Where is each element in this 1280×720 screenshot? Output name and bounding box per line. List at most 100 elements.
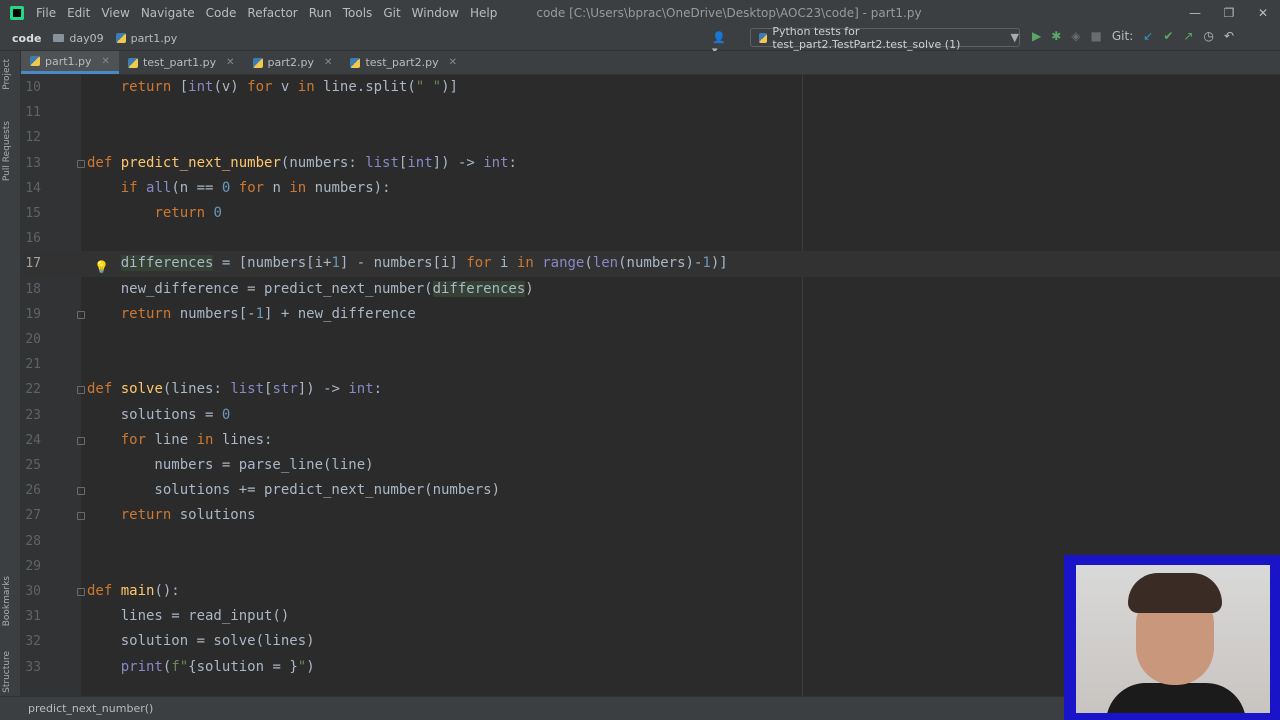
debug-icon[interactable]: ✱	[1051, 29, 1061, 43]
breadcrumb-file[interactable]: part1.py	[115, 32, 177, 45]
line-number: 13	[25, 155, 41, 171]
coverage-icon[interactable]: ◈	[1071, 29, 1080, 43]
code-line[interactable]: 26 solutions += predict_next_number(numb…	[21, 478, 1280, 503]
menu-run[interactable]: Run	[309, 6, 332, 20]
history-icon[interactable]: ◷	[1203, 29, 1213, 43]
code-text: for line in lines:	[120, 431, 273, 448]
line-number: 26	[25, 483, 41, 499]
code-breadcrumb[interactable]: predict_next_number()	[28, 702, 153, 715]
person-hair	[1128, 573, 1222, 613]
folder-icon	[53, 34, 65, 42]
menu-help[interactable]: Help	[470, 6, 497, 20]
line-number: 23	[25, 407, 41, 423]
line-number: 14	[25, 180, 41, 196]
tab-test-part1[interactable]: test_part1.py ✕	[119, 51, 244, 74]
menu-tools[interactable]: Tools	[343, 6, 373, 20]
code-text: solution = solve(lines)	[87, 633, 315, 650]
menu-git[interactable]: Git	[383, 6, 400, 20]
line-number: 32	[25, 634, 41, 650]
menu-window[interactable]: Window	[412, 6, 459, 20]
fold-marker-icon[interactable]	[77, 386, 85, 395]
code-text: solutions = 0	[87, 406, 231, 423]
bookmarks-tool-tab[interactable]: Bookmarks	[2, 576, 12, 626]
tab-part1[interactable]: part1.py ✕	[21, 51, 119, 74]
line-number: 17	[25, 256, 41, 272]
breadcrumb-folder[interactable]: day09	[53, 32, 104, 45]
code-line[interactable]: 27 return solutions	[21, 503, 1280, 528]
menu-file[interactable]: File	[36, 6, 56, 20]
tab-test-part2[interactable]: test_part2.py ✕	[341, 51, 466, 74]
code-line[interactable]: 17 💡 differences = [numbers[i+1] - number…	[21, 251, 1280, 277]
code-line[interactable]: 18 new_difference = predict_next_number(…	[21, 277, 1280, 302]
code-line[interactable]: 15 return 0	[21, 201, 1280, 226]
fold-marker-icon[interactable]	[77, 159, 85, 168]
close-tab-icon[interactable]: ✕	[102, 56, 110, 67]
python-file-icon	[115, 33, 126, 43]
code-line[interactable]: 23 solutions = 0	[21, 403, 1280, 428]
menu-navigate[interactable]: Navigate	[141, 6, 195, 20]
menu-bar: File Edit View Navigate Code Refactor Ru…	[0, 0, 1280, 26]
python-file-icon	[127, 57, 138, 68]
vcs-commit-icon[interactable]: ✔	[1163, 29, 1173, 43]
menu-refactor[interactable]: Refactor	[247, 6, 297, 20]
code-line[interactable]: 28	[21, 529, 1280, 554]
menu-view[interactable]: View	[101, 6, 129, 20]
close-tab-icon[interactable]: ✕	[449, 57, 457, 68]
run-icon[interactable]: ▶	[1032, 29, 1041, 43]
vcs-push-icon[interactable]: ↗	[1183, 29, 1193, 43]
maximize-icon[interactable]: ❐	[1212, 6, 1246, 20]
code-line[interactable]: 14 if all(n == 0 for n in numbers):	[21, 176, 1280, 201]
line-number: 21	[25, 357, 41, 373]
minimize-icon[interactable]: —	[1178, 6, 1212, 20]
project-tool-tab[interactable]: Project	[2, 59, 12, 90]
code-text: return numbers[-1] + new_difference	[120, 305, 416, 322]
fold-marker-icon[interactable]	[77, 310, 85, 319]
code-line[interactable]: 16	[21, 226, 1280, 251]
user-icon[interactable]: 👤▾	[712, 31, 726, 57]
code-text: def solve(lines: list[str]) -> int:	[87, 381, 383, 398]
fold-marker-icon[interactable]	[77, 588, 85, 596]
code-text: def predict_next_number(numbers: list[in…	[87, 154, 517, 171]
stop-icon[interactable]: ■	[1091, 29, 1102, 43]
run-configuration-select[interactable]: Python tests for test_part2.TestPart2.te…	[750, 25, 1020, 51]
breadcrumb-project[interactable]: code	[12, 32, 41, 45]
structure-tool-tab[interactable]: Structure	[2, 651, 12, 693]
code-line[interactable]: 19 return numbers[-1] + new_difference	[21, 302, 1280, 327]
fold-marker-icon[interactable]	[77, 436, 85, 445]
line-number: 30	[25, 584, 41, 599]
code-line[interactable]: 10 return [int(v) for v in line.split(" …	[21, 75, 1280, 100]
code-text: return solutions	[120, 507, 256, 524]
menu-edit[interactable]: Edit	[67, 6, 90, 20]
test-config-icon	[759, 32, 768, 43]
code-text: solutions += predict_next_number(numbers…	[87, 482, 501, 499]
close-tab-icon[interactable]: ✕	[324, 57, 332, 68]
code-line[interactable]: 11	[21, 100, 1280, 125]
code-line[interactable]: 13 def predict_next_number(numbers: list[…	[21, 151, 1280, 176]
vcs-update-icon[interactable]: ↙	[1143, 29, 1153, 43]
close-icon[interactable]: ✕	[1246, 6, 1280, 20]
menu-code[interactable]: Code	[206, 6, 237, 20]
line-number: 28	[25, 533, 41, 549]
line-number: 15	[25, 206, 41, 221]
code-line[interactable]: 21	[21, 352, 1280, 377]
window-title: code [C:\Users\bprac\OneDrive\Desktop\AO…	[536, 6, 922, 20]
code-line[interactable]: 20	[21, 327, 1280, 352]
code-line[interactable]: 24 for line in lines:	[21, 428, 1280, 453]
pull-requests-tool-tab[interactable]: Pull Requests	[2, 121, 12, 181]
tab-part2[interactable]: part2.py ✕	[244, 51, 342, 74]
code-line[interactable]: 12	[21, 125, 1280, 150]
code-text: differences = [numbers[i+1] - numbers[i]…	[120, 255, 728, 272]
code-line[interactable]: 25 numbers = parse_line(line)	[21, 453, 1280, 478]
code-text: numbers = parse_line(line)	[87, 457, 374, 473]
navigation-bar: code day09 part1.py 👤▾ Python tests for …	[0, 25, 1280, 57]
fold-marker-icon[interactable]	[77, 512, 85, 521]
tab-label: test_part1.py	[142, 56, 217, 69]
chevron-down-icon: ▼	[1010, 31, 1019, 44]
close-tab-icon[interactable]: ✕	[226, 57, 234, 68]
python-file-icon	[252, 57, 263, 68]
code-line[interactable]: 22 def solve(lines: list[str]) -> int:	[21, 377, 1280, 402]
fold-marker-icon[interactable]	[77, 487, 85, 496]
code-text: print(f"{solution = }")	[120, 658, 315, 675]
code-text: return [int(v) for v in line.split(" ")]	[120, 79, 458, 95]
rollback-icon[interactable]: ↶	[1224, 29, 1234, 43]
